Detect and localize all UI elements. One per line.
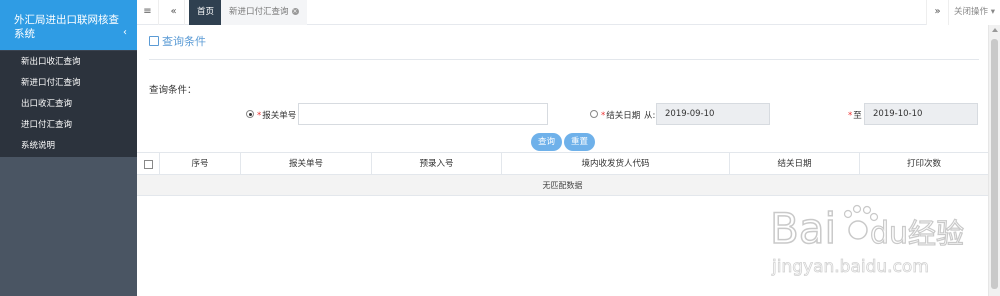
column-header[interactable]: 报关单号: [241, 153, 372, 175]
tab-bar: ≡ « 首页 新进口付汇查询 × » 关闭操作 ▾: [137, 0, 1000, 25]
date-from-input[interactable]: 2019-09-10: [656, 103, 770, 125]
tab-new-import-payment[interactable]: 新进口付汇查询 ×: [221, 0, 307, 25]
panel-title: 查询条件: [149, 33, 206, 49]
clearance-date-radio[interactable]: [590, 110, 598, 118]
to-label: *至: [848, 109, 862, 121]
panel-title-text: 查询条件: [162, 35, 206, 48]
sidebar-item-import-payment[interactable]: 进口付汇查询: [0, 115, 137, 136]
required-mark: *: [257, 111, 262, 121]
vertical-scrollbar[interactable]: [988, 25, 1000, 296]
reset-button[interactable]: 重置: [564, 133, 595, 151]
from-label: 从:: [644, 111, 656, 121]
required-mark: *: [848, 111, 853, 121]
date-to-input[interactable]: 2019-10-10: [864, 103, 978, 125]
tab-label: 新进口付汇查询: [229, 7, 289, 17]
collapse-icon[interactable]: ‹: [123, 27, 127, 38]
app-root: 外汇局进出口联网核查系统 ‹ 新出口收汇查询 新进口付汇查询 出口收汇查询 进口…: [0, 0, 1000, 296]
brand-header: 外汇局进出口联网核查系统 ‹: [0, 0, 137, 50]
baidu-jingyan-watermark: Bai du 经验 jingyan.baidu.com: [770, 203, 965, 277]
scroll-up-icon[interactable]: [992, 28, 998, 32]
column-header[interactable]: 序号: [160, 153, 241, 175]
column-header[interactable]: 预录入号: [372, 153, 502, 175]
divider: [149, 59, 979, 60]
edit-icon: [149, 36, 159, 46]
app-title: 外汇局进出口联网核查系统: [14, 14, 119, 40]
caret-down-icon: ▾: [988, 7, 995, 17]
section-label: 查询条件：: [149, 85, 197, 96]
select-all-checkbox[interactable]: [144, 160, 153, 169]
declaration-no-label: *报关单号: [257, 109, 296, 121]
watermark-cn: 经验: [908, 217, 964, 250]
sidebar-item-new-export-receipt[interactable]: 新出口收汇查询: [0, 52, 137, 73]
clearance-date-label-text: 结关日期: [606, 111, 641, 121]
menu-toggle-icon[interactable]: ≡: [137, 0, 159, 25]
to-label-text: 至: [853, 111, 862, 121]
close-operations-dropdown[interactable]: 关闭操作 ▾: [948, 0, 1000, 25]
close-icon[interactable]: ×: [291, 8, 299, 15]
column-header[interactable]: 境内收发货人代码: [502, 153, 730, 175]
watermark-brand2: du: [870, 216, 908, 251]
sidebar-item-new-import-payment[interactable]: 新进口付汇查询: [0, 73, 137, 94]
sidebar-item-export-receipt[interactable]: 出口收汇查询: [0, 94, 137, 115]
tab-home[interactable]: 首页: [189, 0, 223, 25]
column-header[interactable]: 结关日期: [730, 153, 860, 175]
tabs-forward-icon[interactable]: »: [926, 0, 948, 25]
scrollbar-thumb[interactable]: [991, 39, 998, 289]
declaration-no-label-text: 报关单号: [262, 111, 297, 121]
declaration-no-radio[interactable]: [246, 110, 254, 118]
watermark-url: jingyan.baidu.com: [771, 257, 929, 277]
sidebar-item-system-help[interactable]: 系统说明: [0, 136, 137, 157]
column-header[interactable]: 打印次数: [860, 153, 988, 175]
sidebar-menu: 新出口收汇查询 新进口付汇查询 出口收汇查询 进口付汇查询 系统说明: [0, 51, 137, 157]
select-all-cell: [137, 153, 160, 175]
close-operations-label: 关闭操作: [954, 7, 989, 17]
clearance-date-label: *结关日期: [601, 109, 640, 121]
watermark-brand: Bai: [770, 204, 836, 253]
table-header: 序号 报关单号 预录入号 境内收发货人代码 结关日期 打印次数: [137, 153, 988, 175]
required-mark: *: [601, 111, 606, 121]
sidebar: 外汇局进出口联网核查系统 ‹ 新出口收汇查询 新进口付汇查询 出口收汇查询 进口…: [0, 0, 137, 296]
tabs-back-icon[interactable]: «: [163, 0, 185, 25]
query-button[interactable]: 查询: [531, 133, 562, 151]
declaration-no-input[interactable]: [298, 103, 548, 125]
sidebar-empty-area: [0, 157, 137, 296]
